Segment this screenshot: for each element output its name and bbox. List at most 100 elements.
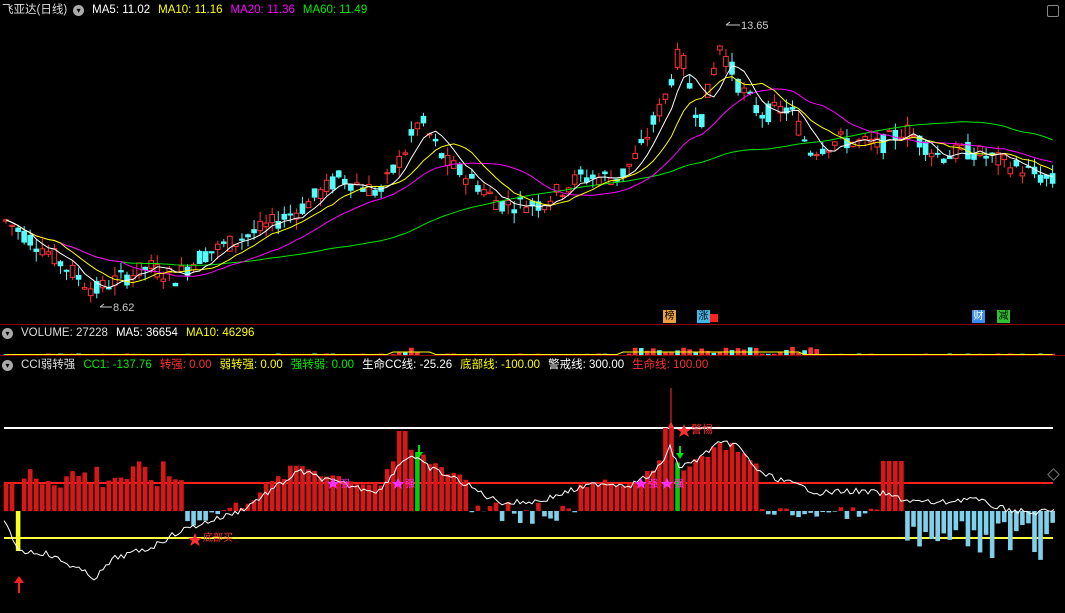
candle-body (1001, 154, 1008, 161)
chevron-down-icon[interactable]: ▾ (2, 327, 13, 339)
bottom-buy-marker: 底部买 (188, 531, 233, 546)
cci-bar (161, 461, 166, 511)
candle-body (983, 155, 989, 159)
cci-bar (772, 511, 777, 515)
candle-body (402, 152, 409, 155)
candle-body (692, 114, 699, 118)
candle-body (620, 168, 626, 177)
cci-bar (971, 511, 977, 531)
cci-bar (136, 461, 142, 511)
cci-bar (905, 511, 910, 541)
cci-bar (269, 481, 275, 511)
candle-body (214, 243, 221, 251)
cci-bar (626, 484, 632, 511)
candle-body (626, 163, 632, 167)
cci-bar (632, 483, 638, 511)
cci-bar (1038, 511, 1043, 560)
cci-bar (977, 511, 983, 553)
candle-body (463, 178, 469, 185)
cci-bar (52, 485, 57, 511)
cci-bar (360, 484, 366, 511)
candle-body (27, 235, 33, 246)
warning-marker: 警惕 (668, 388, 713, 437)
cci-bar (403, 431, 408, 511)
cci-bar (300, 466, 305, 511)
candle-body (335, 170, 342, 178)
candle-body (934, 152, 941, 155)
cci-bar (154, 486, 160, 511)
cci-bar (614, 485, 620, 511)
cci-jingjie: 警戒线: 300.00 (548, 359, 625, 371)
candle-body (299, 203, 306, 214)
cci-bar (923, 511, 928, 533)
candle-body (305, 201, 312, 209)
ma20-line (5, 88, 1053, 277)
volume-header: ▾ VOLUME: 27228 MA5: 36654 MA10: 46296 (0, 325, 262, 341)
candle-body (269, 214, 275, 224)
cci-chart[interactable]: 底部买 警惕 强 强 强 强 (0, 373, 1065, 613)
candle-body (505, 199, 511, 206)
cci-bar (862, 511, 868, 514)
volume-bar (790, 347, 795, 355)
candle-body (838, 131, 844, 135)
cci-bar (705, 456, 711, 511)
candle-body (511, 209, 517, 214)
event-tag-zhang[interactable]: 涨 (697, 310, 710, 323)
event-tag-jian[interactable]: 减 (997, 310, 1010, 323)
cci-bar (58, 487, 63, 511)
candle-body (263, 222, 269, 228)
candle-body (317, 189, 324, 199)
candle-body (862, 136, 868, 141)
cci-bar (76, 475, 81, 511)
chevron-down-icon[interactable]: ▾ (2, 359, 13, 371)
candle-body (245, 234, 251, 238)
volume-bars (3, 347, 1055, 355)
candle-body (172, 282, 179, 287)
candle-body (559, 194, 566, 197)
volume-chart[interactable] (0, 341, 1065, 355)
candle-body (469, 173, 475, 179)
warning-label: 警惕 (691, 422, 713, 436)
candle-body (287, 213, 294, 216)
cci-bar (941, 511, 947, 534)
candle-body (444, 154, 451, 166)
candle-body (456, 164, 463, 176)
candle-body (384, 172, 390, 175)
candle-body (789, 107, 796, 110)
cci-bar (384, 469, 390, 511)
event-tag-cai[interactable]: 财 (972, 310, 985, 323)
candle-body (813, 154, 820, 157)
candle-body (208, 251, 215, 254)
cci-shengming-cc: 生命CC线: -25.26 (362, 359, 453, 371)
candle-body (928, 152, 935, 158)
cci-bar (929, 511, 934, 539)
cci-bar (759, 509, 765, 511)
cci-bar (536, 502, 541, 511)
cci-bar (572, 511, 577, 513)
cci-bar (203, 511, 208, 521)
candle-body (523, 206, 530, 214)
cci-bar (808, 511, 813, 513)
cci-bar (554, 511, 559, 521)
cci-bar (354, 484, 360, 511)
event-tag-bang[interactable]: 榜 (663, 310, 676, 323)
candle-body (1019, 172, 1026, 177)
cci-bar (433, 463, 438, 511)
candle-body (21, 230, 27, 243)
cci-bar (959, 511, 965, 522)
cci-bar (263, 482, 269, 511)
cci-bar (70, 471, 75, 511)
candle-body (251, 229, 257, 234)
cci-bar (427, 464, 432, 511)
cci-bar (778, 508, 783, 511)
cci-bar (257, 492, 263, 511)
candle-body (39, 248, 46, 256)
cci-ruozhuanqiang: 弱转强: 0.00 (219, 359, 283, 371)
cci-bar (124, 479, 130, 511)
candlestick-chart[interactable]: 13.65 8.62 (0, 14, 1065, 324)
candle-body (584, 177, 590, 183)
cci-shengming: 生命线: 100.00 (632, 359, 709, 371)
candle-body (112, 275, 118, 286)
candle-body (886, 130, 893, 133)
cci-bar (717, 443, 723, 511)
